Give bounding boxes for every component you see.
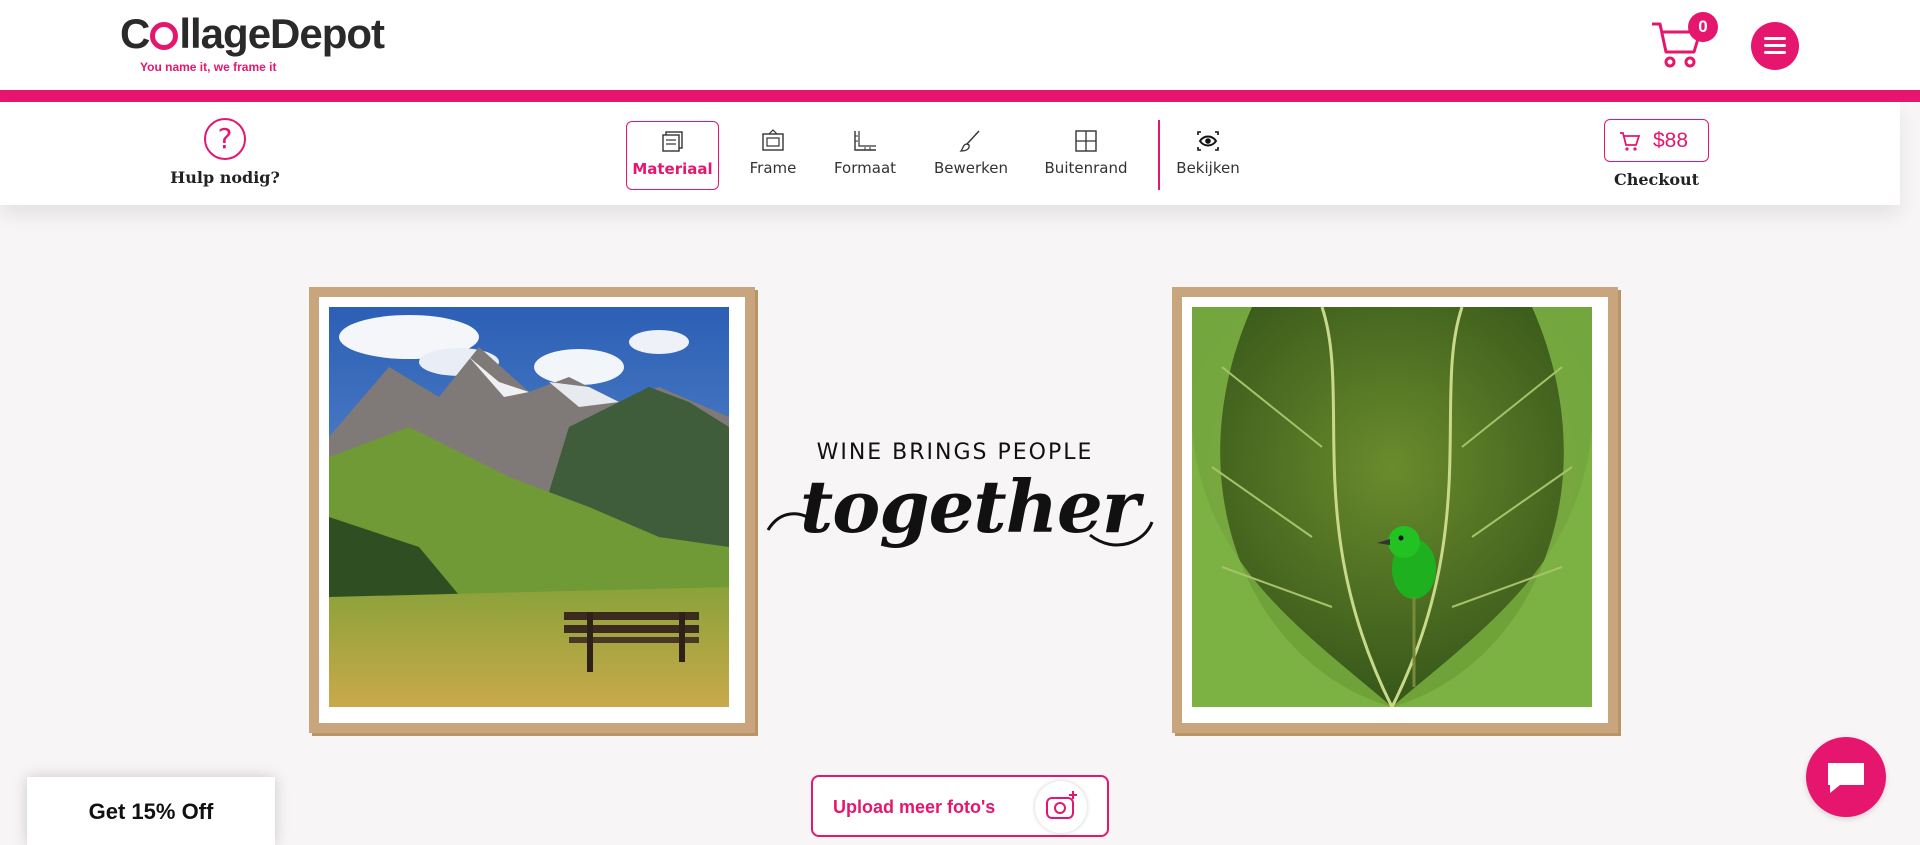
chat-bubble-icon [1828,763,1864,793]
quote-line-2: together [800,464,1140,549]
checkout-price-button[interactable]: $88 [1604,119,1709,162]
add-photo-camera-icon [1035,781,1087,833]
aperture-icon [150,22,179,50]
photo-frame-right[interactable] [1172,287,1618,733]
header-accent-bar [0,90,1920,102]
menu-button[interactable] [1751,22,1799,70]
tab-label: Formaat [833,159,897,177]
logo[interactable]: CllageDepot You name it, we frame it [120,10,385,74]
quote-text[interactable]: WINE BRINGS PEOPLE together [760,440,1160,580]
checkout-label[interactable]: Checkout [1604,170,1709,189]
tab-label: Frame [749,159,797,177]
checkout-price: $88 [1653,129,1689,152]
cart-count-badge: 0 [1688,12,1718,42]
question-mark-icon: ? [204,118,246,160]
frame-icon [762,129,784,151]
logo-tagline: You name it, we frame it [140,60,277,74]
tab-label: Bekijken [1176,159,1240,177]
photo-frame-left[interactable] [309,287,755,733]
material-stack-icon [661,131,683,152]
ruler-corner-icon [854,131,876,151]
brush-icon [959,130,980,152]
hamburger-menu-icon [1764,37,1786,40]
eye-icon [1197,131,1219,151]
tab-label: Buitenrand [1044,159,1128,177]
tab-materiaal[interactable]: Materiaal [626,121,719,190]
toolbar-divider [1158,120,1160,190]
tab-label: Bewerken [933,159,1009,177]
discount-label: Get 15% Off [88,799,214,824]
tab-label: Materiaal [632,160,713,178]
grid-border-icon [1075,130,1097,152]
help-label: Hulp nodig? [170,168,280,187]
logo-wordmark: CllageDepot [120,10,385,57]
cart-icon [1620,132,1641,151]
chat-button[interactable] [1806,737,1886,817]
site-header: CllageDepot You name it, we frame it 0 [0,0,1920,90]
quote-line-1: WINE BRINGS PEOPLE [816,440,1094,465]
upload-more-photos-button[interactable]: Upload meer foto's [811,775,1109,837]
discount-popup-button[interactable]: Get 15% Off [27,777,275,845]
mountain-landscape-photo[interactable] [329,307,729,707]
tab-buitenrand[interactable]: Buitenrand [1041,121,1131,190]
editor-toolbar: ? Hulp nodig? Materiaal Frame Formaat Be… [0,102,1900,205]
upload-label: Upload meer foto's [833,797,996,817]
help-button[interactable]: ? Hulp nodig? [160,118,290,187]
green-bird-leaves-photo[interactable] [1192,307,1592,707]
tab-formaat[interactable]: Formaat [829,121,901,190]
tab-bewerken[interactable]: Bewerken [928,121,1014,190]
tab-frame[interactable]: Frame [741,121,805,190]
tab-bekijken[interactable]: Bekijken [1170,121,1246,190]
